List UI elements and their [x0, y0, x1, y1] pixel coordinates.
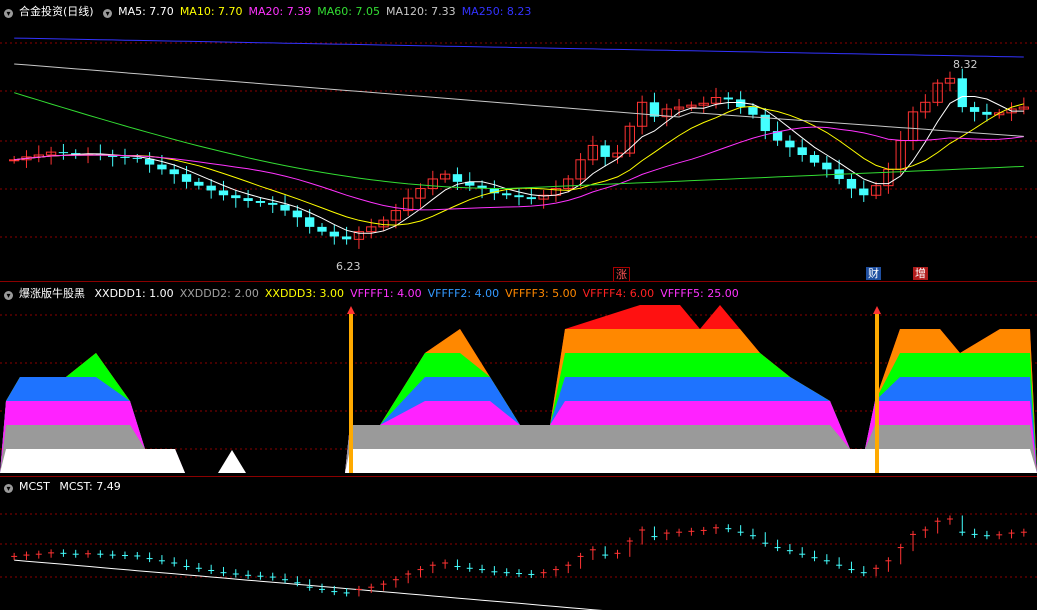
candle-body-down [305, 217, 315, 227]
low-price-label: 6.23 [336, 260, 361, 273]
candle-body-down [206, 185, 216, 191]
candle-body-down [329, 231, 339, 237]
candle-body-down [502, 193, 512, 196]
panel-menu-icon[interactable]: ▾ [4, 9, 13, 18]
mcst-chart[interactable] [0, 477, 1037, 610]
indicator-menu-icon[interactable]: ▾ [103, 9, 113, 18]
ma-legend: MA5: 7.70 MA10: 7.70 MA20: 7.39 MA60: 7.05 M… [118, 5, 537, 18]
candle-body-down [514, 195, 524, 198]
issuance-marker[interactable]: 增 [913, 267, 928, 280]
candle-body-down [341, 236, 352, 240]
ma-legend-item-4: MA120: 7.33 [385, 5, 456, 18]
candle-body-down [317, 226, 327, 232]
indicator-panel-menu-icon[interactable]: ▾ [4, 291, 13, 300]
candle-body-down [231, 195, 241, 199]
indicator-legend-item-6: VFFFF4: 6.00 [582, 287, 655, 300]
indicator-layer-0 [0, 449, 1037, 473]
indicator-legend-item-3: VFFFF1: 4.00 [350, 287, 422, 300]
ma-legend-item-5: MA250: 8.23 [461, 5, 532, 18]
buy-signal-bar [875, 312, 879, 473]
ma120-line [14, 63, 1024, 137]
candle-body-down [982, 111, 992, 115]
candle-body-down [452, 174, 463, 182]
high-price-label: 8.32 [953, 58, 978, 71]
candle-body-down [157, 164, 167, 170]
mcst-panel-header: ▾ MCST MCST: 7.49 [4, 480, 127, 493]
mcst-panel[interactable]: ▾ MCST MCST: 7.49 [0, 477, 1037, 610]
indicator-panel-header: ▾ 爆涨版牛股黑 XXDDD1: 1.00 XXDDD2: 2.00 XXDDD3: … [4, 285, 751, 301]
indicator-legend-item-2: XXDDD3: 3.00 [264, 287, 345, 300]
candle-body-down [255, 201, 266, 203]
ma-legend-item-3: MA60: 7.05 [317, 5, 380, 18]
candle-body-up [9, 159, 20, 162]
candle-body-down [846, 178, 857, 189]
small-signal-triangle [218, 450, 246, 473]
candlestick-chart[interactable] [0, 0, 1037, 281]
indicator-legend-item-7: VFFFF5: 25.00 [660, 287, 739, 300]
candle-body-down [785, 140, 795, 148]
candle-body-down [268, 202, 278, 205]
limit-up-marker[interactable]: 涨 [613, 267, 630, 281]
candle-body-down [526, 197, 536, 200]
finance-marker[interactable]: 财 [866, 267, 881, 280]
candle-body-down [120, 156, 130, 158]
indicator-legend-item-5: VFFFF3: 5.00 [505, 287, 577, 300]
indicator-title: 爆涨版牛股黑 [19, 287, 85, 300]
candle-body-down [723, 97, 733, 100]
price-panel-header: ▾ 合金投资(日线) ▾ MA5: 7.70 MA10: 7.70 MA20: 7.39… [4, 3, 543, 19]
indicator-legend-item-1: XXDDD2: 2.00 [179, 287, 259, 300]
indicator-legend-item-0: XXDDD1: 1.00 [94, 287, 174, 300]
stock-title: 合金投资(日线) [19, 5, 94, 18]
candle-body-down [181, 174, 192, 182]
candle-body-down [194, 181, 204, 186]
candle-body-down [169, 169, 179, 175]
ma-legend-item-1: MA10: 7.70 [179, 5, 243, 18]
mcst-panel-menu-icon[interactable]: ▾ [4, 484, 13, 493]
ma-legend-item-2: MA20: 7.39 [248, 5, 312, 18]
candle-body-down [600, 145, 610, 157]
candle-body-down [132, 157, 142, 159]
mcst-value: MCST: 7.49 [59, 480, 121, 493]
candle-body-down [969, 107, 980, 112]
buy-signal-arrow-icon [347, 306, 355, 314]
mcst-line [14, 559, 603, 610]
candle-body-down [243, 198, 253, 201]
buy-signal-bar [349, 312, 353, 473]
candle-body-down [748, 107, 758, 115]
candle-body-down [292, 210, 303, 218]
candle-body-down [822, 162, 832, 170]
indicator-panel[interactable]: ▾ 爆涨版牛股黑 XXDDD1: 1.00 XXDDD2: 2.00 XXDDD3: … [0, 282, 1037, 476]
price-panel[interactable]: ▾ 合金投资(日线) ▾ MA5: 7.70 MA10: 7.70 MA20: 7.39… [0, 0, 1037, 281]
candle-body-down [957, 78, 967, 108]
mcst-title: MCST [19, 480, 50, 493]
candle-body-down [280, 204, 290, 211]
candle-body-down [797, 147, 807, 155]
buy-signal-arrow-icon [873, 306, 881, 314]
indicator-legend: XXDDD1: 1.00 XXDDD2: 2.00 XXDDD3: 3.00 VFFF… [95, 287, 745, 300]
stacked-area-indicator[interactable] [0, 282, 1037, 476]
candle-body-down [859, 188, 869, 196]
candle-body-down [809, 155, 820, 163]
candle-body-down [58, 152, 69, 154]
ma250-line [14, 37, 1024, 58]
indicator-legend-item-4: VFFFF2: 4.00 [427, 287, 500, 300]
candle-body-down [218, 190, 229, 196]
ma-legend-item-0: MA5: 7.70 [118, 5, 174, 18]
